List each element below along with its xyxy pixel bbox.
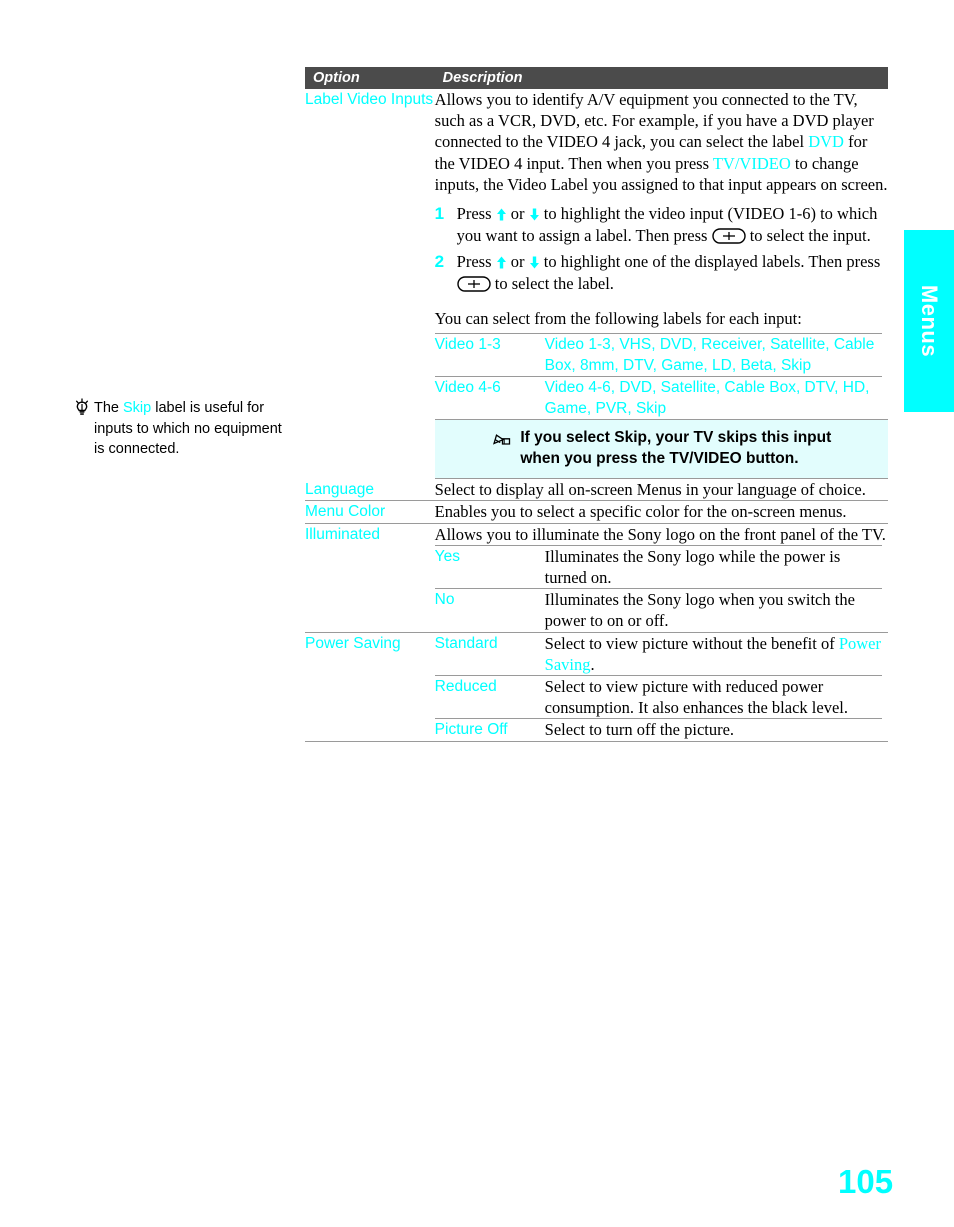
text-part: Select to view picture without the benef… [544, 633, 839, 653]
list-item: 2 Press or to highlight one of the displ… [435, 251, 888, 294]
step-text: Press or to highlight the video input (V… [457, 203, 888, 246]
sub-description-picture-off: Select to turn off the picture. [544, 720, 735, 740]
select-button-icon [711, 227, 746, 244]
text-part: or [506, 204, 529, 224]
illuminated-sub-table: Yes Illuminates the Sony logo while the … [434, 545, 882, 632]
table-row: Video 1-3 Video 1-3, VHS, DVD, Receiver,… [434, 333, 882, 377]
list-item: 1 Press or to highlight the video input … [435, 203, 888, 246]
sub-option-no: No [434, 591, 455, 609]
table-row: Power Saving Standard Select to view pic… [305, 631, 888, 742]
sub-values-video-1-3: Video 1-3, VHS, DVD, Receiver, Satellite… [544, 336, 875, 375]
arrow-down-icon [529, 253, 540, 269]
sub-option-standard: Standard [434, 634, 498, 652]
description-power-saving: Standard Select to view picture without … [434, 631, 888, 742]
option-menu-color: Menu Color [305, 500, 435, 524]
description-language: Select to display all on-screen Menus in… [434, 480, 866, 500]
table-row: Picture Off Select to turn off the pictu… [434, 718, 882, 741]
note-line-1: If you select Skip, your TV skips this i… [520, 429, 832, 447]
labels-sub-table: Video 1-3 Video 1-3, VHS, DVD, Receiver,… [434, 333, 882, 420]
highlight-tv-video: TV/VIDEO [712, 153, 791, 173]
page-number: 105 [838, 1163, 894, 1200]
margin-tip-prefix: The [94, 400, 124, 416]
text-part: to select the input. [745, 225, 871, 245]
sub-option-yes: Yes [434, 547, 460, 565]
note-line-2: when you press the TV/VIDEO button. [520, 450, 799, 468]
arrow-up-icon [496, 205, 507, 221]
table-row: Video 4-6 Video 4-6, DVD, Satellite, Cab… [434, 376, 882, 420]
side-tab-label: Menus [917, 284, 942, 358]
sub-option-reduced: Reduced [434, 678, 497, 696]
text-part: Press [456, 204, 496, 224]
margin-tip-text: The Skip label is useful for inputs to w… [94, 398, 292, 460]
pencil-note-icon [491, 429, 513, 447]
note-inner: If you select Skip, your TV skips this i… [491, 427, 831, 469]
arrow-down-icon [529, 205, 540, 221]
table-header-row: Option Description [305, 67, 888, 89]
description-menu-color: Enables you to select a specific color f… [434, 500, 888, 524]
rule-left [305, 740, 435, 743]
text-part: Press [456, 252, 496, 272]
labels-intro-line: You can select from the following labels… [434, 309, 802, 329]
table-row: No Illuminates the Sony logo when you sw… [434, 588, 882, 632]
description-label-video-inputs: Allows you to identify A/V equipment you… [434, 89, 888, 480]
text-part: to highlight one of the displayed labels… [539, 252, 881, 272]
text-part: . [590, 654, 595, 674]
side-thumb-tab-menus: Menus [904, 230, 954, 412]
margin-tip-highlight: Skip [123, 400, 152, 416]
power-saving-sub-table: Standard Select to view picture without … [434, 633, 882, 741]
steps-list: 1 Press or to highlight the video input … [435, 203, 888, 294]
lightbulb-icon [72, 398, 92, 418]
option-language: Language [305, 481, 374, 499]
note-text: If you select Skip, your TV skips this i… [520, 427, 831, 469]
table-row: Label Video Inputs Allows you to identif… [305, 89, 888, 480]
table-row: Illuminated Allows you to illuminate the… [305, 522, 888, 633]
option-illuminated: Illuminated [305, 522, 435, 633]
sub-option-video-1-3: Video 1-3 [434, 336, 501, 354]
step-text: Press or to highlight one of the display… [457, 251, 888, 294]
sub-description-reduced: Select to view picture with reduced powe… [544, 677, 848, 718]
sub-values-video-4-6: Video 4-6, DVD, Satellite, Cable Box, DT… [544, 379, 870, 418]
margin-tip: The Skip label is useful for inputs to w… [72, 398, 292, 460]
arrow-up-icon [496, 253, 507, 269]
column-header-description: Description [442, 70, 523, 86]
sub-description-no: Illuminates the Sony logo when you switc… [544, 590, 855, 631]
step-number: 1 [434, 204, 445, 224]
text-part: or [506, 252, 529, 272]
rule-right [434, 740, 888, 743]
step-number: 2 [434, 252, 445, 272]
sub-description-yes: Illuminates the Sony logo while the powe… [544, 546, 841, 588]
table-row: Menu Color Enables you to select a speci… [305, 500, 888, 524]
select-button-icon [456, 275, 491, 292]
sub-option-picture-off: Picture Off [434, 721, 508, 739]
sub-option-video-4-6: Video 4-6 [434, 379, 501, 397]
table-bottom-rule [305, 740, 888, 743]
table-row: Yes Illuminates the Sony logo while the … [434, 545, 882, 588]
paragraph: Allows you to illuminate the Sony logo o… [434, 524, 886, 544]
sub-description-standard: Select to view picture without the benef… [545, 633, 882, 676]
note-callout: If you select Skip, your TV skips this i… [434, 419, 888, 480]
highlight-dvd: DVD [808, 132, 844, 152]
table-row: Standard Select to view picture without … [435, 633, 882, 676]
option-label-video-inputs: Label Video Inputs [305, 91, 434, 108]
text-part: to select the label. [490, 273, 614, 293]
table-row: Language Select to display all on-screen… [305, 479, 888, 501]
description-illuminated: Allows you to illuminate the Sony logo o… [434, 522, 888, 633]
paragraph: Allows you to identify A/V equipment you… [435, 89, 888, 195]
options-table: Option Description Label Video Inputs Al… [305, 67, 888, 743]
option-power-saving: Power Saving [305, 631, 435, 742]
column-header-option: Option [313, 70, 360, 86]
table-row: Reduced Select to view picture with redu… [434, 675, 882, 719]
